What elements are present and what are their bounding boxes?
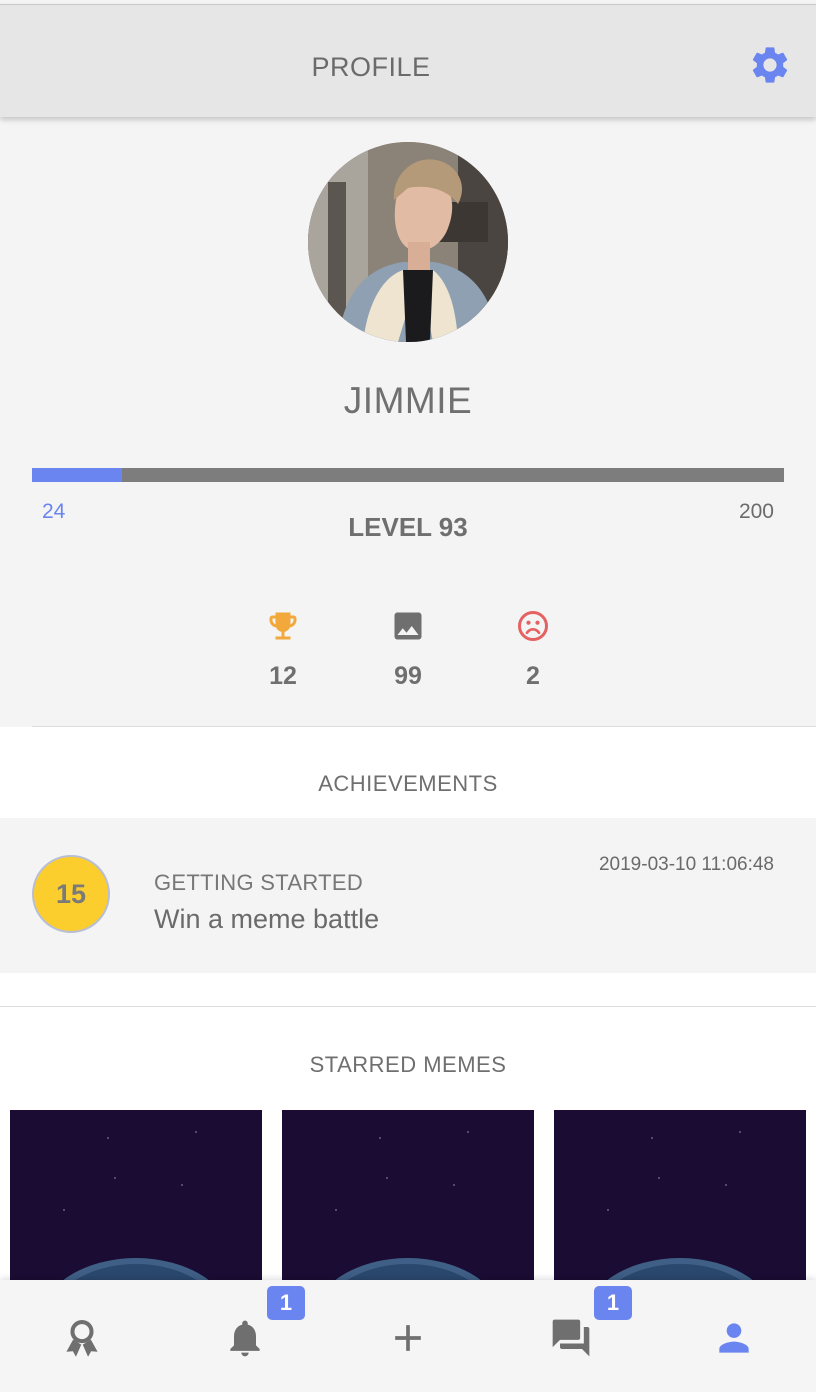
- stat-losses-value: 2: [526, 662, 540, 690]
- stat-trophies-value: 12: [269, 662, 297, 690]
- stat-memes-value: 99: [394, 662, 422, 690]
- achievements-title: ACHIEVEMENTS: [318, 771, 498, 796]
- chat-icon: [552, 1319, 590, 1357]
- nav-messages[interactable]: 1: [489, 1280, 652, 1392]
- nav-achievements[interactable]: [0, 1280, 163, 1392]
- page-title: PROFILE: [311, 52, 431, 82]
- starred-meme-thumbnail[interactable]: [10, 1110, 262, 1280]
- notification-count-badge: 1: [267, 1286, 305, 1320]
- xp-progress-fill: [32, 468, 123, 482]
- sad-face-icon: [518, 611, 548, 641]
- avatar: [308, 142, 508, 342]
- person-icon: [719, 1323, 749, 1353]
- xp-progress-bar: [32, 468, 784, 482]
- starred-meme-thumbnail[interactable]: [554, 1110, 806, 1280]
- section-spacer: [0, 973, 816, 1007]
- nav-create[interactable]: [326, 1280, 489, 1392]
- settings-button[interactable]: [748, 43, 792, 87]
- trophy-icon: [269, 612, 297, 640]
- plus-icon: [395, 1325, 421, 1351]
- stat-losses: 2: [493, 608, 573, 691]
- nav-profile[interactable]: [652, 1280, 815, 1392]
- image-icon: [394, 612, 422, 640]
- achievement-badge: 15: [32, 855, 110, 933]
- award-icon: [66, 1320, 98, 1357]
- bottom-navigation: 1 1: [0, 1280, 816, 1392]
- stat-trophies: 12: [243, 608, 323, 691]
- starred-memes-title: STARRED MEMES: [309, 1052, 507, 1077]
- message-count-badge: 1: [594, 1286, 632, 1320]
- starred-meme-thumbnail[interactable]: [282, 1110, 534, 1280]
- achievement-title: GETTING STARTED: [154, 870, 364, 895]
- stat-memes: 99: [368, 608, 448, 691]
- achievement-description: Win a meme battle: [154, 904, 380, 934]
- username: JIMMIE: [343, 380, 473, 421]
- level-label: LEVEL 93: [348, 512, 468, 542]
- bell-icon: [230, 1320, 260, 1357]
- achievements-header: ACHIEVEMENTS: [0, 727, 816, 818]
- gear-icon: [752, 47, 788, 83]
- top-app-bar: PROFILE: [0, 4, 816, 117]
- nav-notifications[interactable]: 1: [163, 1280, 326, 1392]
- achievement-item[interactable]: 15 GETTING STARTED Win a meme battle 201…: [0, 818, 816, 973]
- achievement-date: 2019-03-10 11:06:48: [598, 854, 774, 875]
